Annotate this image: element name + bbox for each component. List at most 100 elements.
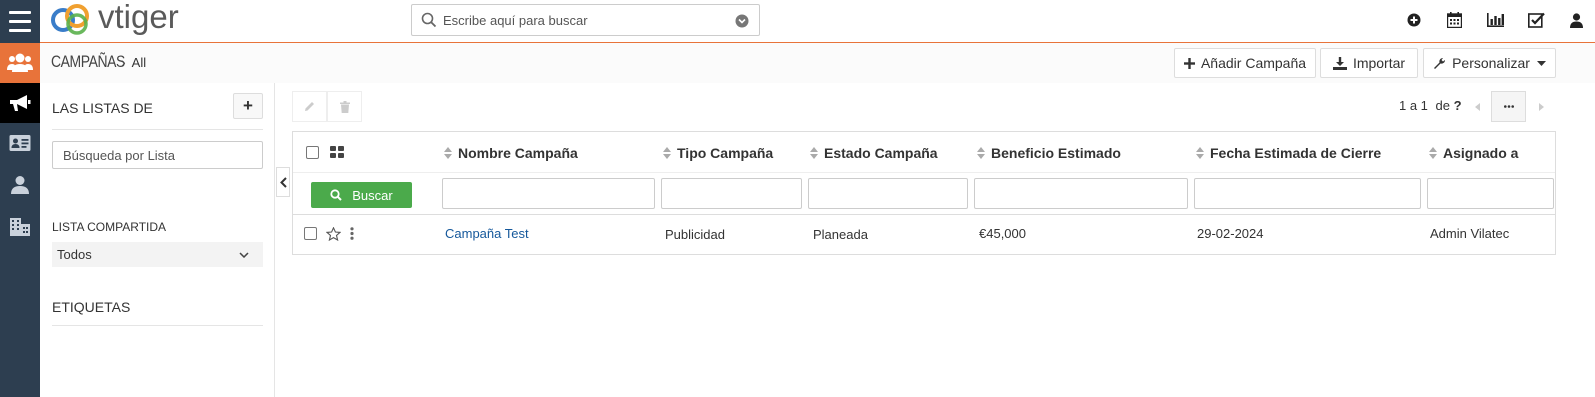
quick-create-button[interactable] xyxy=(1393,0,1434,40)
tasks-button[interactable] xyxy=(1516,0,1557,40)
cell-campaign-name[interactable]: Campaña Test xyxy=(445,226,529,241)
sort-icon xyxy=(810,147,818,159)
search-icon xyxy=(330,189,342,201)
menu-icon xyxy=(9,8,31,35)
shared-list-value: Todos xyxy=(57,247,92,262)
logo-rings-icon xyxy=(51,4,89,35)
building-icon xyxy=(10,218,30,236)
pagination-range: 1 a 1 xyxy=(1399,98,1428,113)
checkbox-icon xyxy=(1528,12,1545,28)
divider xyxy=(52,129,263,130)
contact-card-icon xyxy=(9,135,31,151)
pagination-of: de xyxy=(1435,98,1451,113)
column-label: Tipo Campaña xyxy=(677,145,774,161)
campaigns-table: Nombre Campaña Tipo Campaña Estado Campa… xyxy=(292,131,1556,255)
reports-button[interactable] xyxy=(1475,0,1516,40)
star-icon[interactable] xyxy=(326,227,341,241)
pagination-info: 1 a 1 de ? xyxy=(1399,98,1462,113)
cell-expected-revenue: €45,000 xyxy=(979,226,1026,241)
breadcrumb-view[interactable]: All xyxy=(132,55,146,70)
menu-button[interactable] xyxy=(0,0,40,43)
table-row[interactable]: Campaña Test Publicidad Planeada €45,000… xyxy=(293,215,1555,254)
import-label: Importar xyxy=(1352,55,1406,71)
column-header-assigned[interactable]: Asignado a xyxy=(1429,145,1518,161)
filter-input-status[interactable] xyxy=(808,178,968,209)
previous-page-button[interactable] xyxy=(1463,91,1491,122)
users-icon xyxy=(7,53,33,72)
caret-down-icon xyxy=(1536,60,1546,66)
column-label: Nombre Campaña xyxy=(458,145,578,161)
rail-contacts-button[interactable] xyxy=(0,123,40,163)
user-menu-button[interactable] xyxy=(1557,0,1595,40)
logo-text: vtiger xyxy=(98,0,179,35)
rail-leads-button[interactable] xyxy=(0,165,40,205)
calendar-button[interactable] xyxy=(1434,0,1475,40)
user-icon xyxy=(1569,12,1583,28)
delete-button[interactable] xyxy=(327,91,362,122)
column-header-status[interactable]: Estado Campaña xyxy=(810,145,938,161)
shared-list-select[interactable]: Todos xyxy=(52,242,263,267)
top-actions xyxy=(1393,0,1595,40)
pencil-icon xyxy=(305,102,314,111)
shared-list-title: LISTA COMPARTIDA xyxy=(52,220,167,234)
bar-chart-icon xyxy=(1487,13,1504,27)
page-jump-button[interactable] xyxy=(1491,91,1526,122)
select-all-checkbox[interactable] xyxy=(306,146,319,159)
rail-marketing-button[interactable] xyxy=(0,43,40,83)
chevron-down-icon[interactable] xyxy=(735,14,749,28)
next-page-button[interactable] xyxy=(1527,91,1555,122)
customize-label: Personalizar xyxy=(1452,55,1530,71)
megaphone-icon xyxy=(10,95,31,111)
rail-campaigns-button[interactable] xyxy=(0,83,40,123)
search-button[interactable]: Buscar xyxy=(311,182,412,208)
module-header: CAMPAÑAS › All Añadir Campaña Importar P… xyxy=(40,43,1595,83)
cell-campaign-type: Publicidad xyxy=(665,227,725,242)
column-header-revenue[interactable]: Beneficio Estimado xyxy=(977,145,1121,161)
add-campaign-button[interactable]: Añadir Campaña xyxy=(1174,48,1316,78)
app-rail xyxy=(0,0,40,397)
top-bar: vtiger xyxy=(40,0,1595,43)
trash-icon xyxy=(339,100,350,113)
rail-organizations-button[interactable] xyxy=(0,207,40,247)
calendar-icon xyxy=(1447,12,1462,28)
import-button[interactable]: Importar xyxy=(1320,48,1418,78)
column-header-name[interactable]: Nombre Campaña xyxy=(444,145,578,161)
filter-input-assigned[interactable] xyxy=(1427,178,1554,209)
row-checkbox[interactable] xyxy=(304,227,317,240)
add-campaign-label: Añadir Campaña xyxy=(1200,55,1307,71)
vtiger-logo[interactable]: vtiger xyxy=(50,0,179,40)
customize-button[interactable]: Personalizar xyxy=(1423,48,1556,78)
pagination-total[interactable]: ? xyxy=(1454,98,1462,113)
cell-campaign-status: Planeada xyxy=(813,227,868,242)
sort-icon xyxy=(663,147,671,159)
cell-assigned-to: Admin Vilatec xyxy=(1430,226,1510,241)
global-search[interactable] xyxy=(411,4,760,36)
sort-icon xyxy=(1196,147,1204,159)
filter-input-name[interactable] xyxy=(442,178,655,209)
filter-input-revenue[interactable] xyxy=(974,178,1188,209)
search-input[interactable] xyxy=(443,12,733,28)
cell-close-date: 29-02-2024 xyxy=(1197,226,1264,241)
breadcrumb-module[interactable]: CAMPAÑAS xyxy=(51,52,125,72)
sort-icon xyxy=(977,147,985,159)
column-label: Beneficio Estimado xyxy=(991,145,1121,161)
table-filter-row: Buscar xyxy=(293,173,1555,215)
ellipsis-icon xyxy=(1503,105,1514,108)
column-header-type[interactable]: Tipo Campaña xyxy=(663,145,773,161)
filter-input-type[interactable] xyxy=(661,178,802,209)
edit-button[interactable] xyxy=(292,91,327,122)
sort-icon xyxy=(444,147,452,159)
table-header-row: Nombre Campaña Tipo Campaña Estado Campa… xyxy=(293,132,1555,173)
grid-view-icon[interactable] xyxy=(330,146,344,158)
plus-icon xyxy=(1183,57,1195,69)
add-list-button[interactable]: + xyxy=(233,93,263,119)
filter-input-close-date[interactable] xyxy=(1194,178,1421,209)
more-actions-icon[interactable] xyxy=(350,227,354,240)
column-header-close-date[interactable]: Fecha Estimada de Cierre xyxy=(1196,145,1381,161)
column-label: Estado Campaña xyxy=(824,145,938,161)
list-search-input[interactable] xyxy=(52,141,263,169)
collapse-sidebar-button[interactable] xyxy=(276,167,290,197)
chevron-left-icon xyxy=(279,176,287,188)
caret-left-icon xyxy=(1474,102,1480,111)
chevron-down-icon xyxy=(239,251,249,258)
